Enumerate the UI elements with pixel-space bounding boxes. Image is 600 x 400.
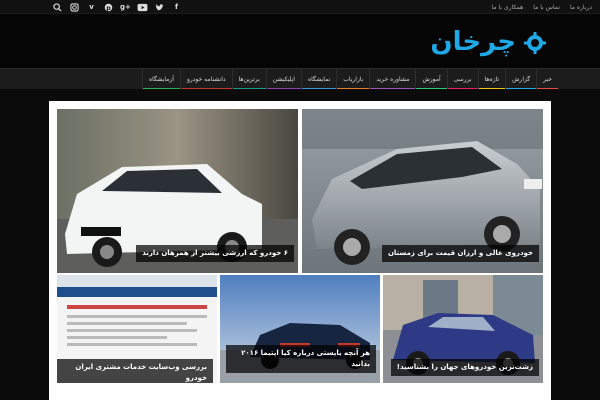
nav-item-label: تازه‌ها xyxy=(484,76,500,83)
nav-item-label: اپلیکیشن xyxy=(272,76,295,83)
instagram-icon[interactable] xyxy=(67,1,82,13)
nav-item[interactable]: مشاوره خرید xyxy=(369,69,416,90)
tile-caption[interactable]: ۶ خودرو که ارزشی بیشتر از همرهان دارند xyxy=(136,245,294,262)
nav-item-label: آموزش xyxy=(422,76,441,83)
nav-item-label: برترین‌ها xyxy=(238,76,260,83)
nav-spacer xyxy=(0,89,600,99)
logo-text: چرخان xyxy=(430,27,516,57)
nav-item[interactable]: تازه‌ها xyxy=(477,69,506,90)
tile-caption[interactable]: خودروی عالی و ارزان قیمت برای زمستان xyxy=(381,245,539,262)
top-link-contact[interactable]: تماس با ما xyxy=(533,4,560,11)
top-links: دربارە ما تماس با ما همکاری با ما xyxy=(492,0,592,14)
featured-tile[interactable]: خودروی عالی و ارزان قیمت برای زمستان xyxy=(302,109,543,273)
site-header: چرخان xyxy=(0,14,600,68)
nav-item-label: نمایشگاه xyxy=(307,76,331,83)
tile-caption[interactable]: هر آنچه بایستی درباره کیا اپتیما ۲۰۱۶ بد… xyxy=(226,345,376,373)
featured-tile[interactable]: بررسی وب‌سایت خدمات مشتری ایران خودرو xyxy=(57,275,217,383)
nav-item-label: گزارش xyxy=(512,76,531,83)
site-logo[interactable]: چرخان xyxy=(430,22,546,66)
nav-item-label: مشاوره خرید xyxy=(376,76,410,83)
main-nav: خبر گزارش تازه‌ها بررسی آموزش مشاوره خرید بازا… xyxy=(0,68,600,90)
nav-item[interactable]: خبر xyxy=(536,69,558,90)
svg-text:p: p xyxy=(106,4,111,11)
facebook-icon[interactable]: f xyxy=(169,1,184,13)
tile-caption[interactable]: بررسی وب‌سایت خدمات مشتری ایران خودرو xyxy=(57,359,213,383)
featured-tile[interactable]: هر آنچه بایستی درباره کیا اپتیما ۲۰۱۶ بد… xyxy=(220,275,380,383)
youtube-icon[interactable] xyxy=(135,1,150,13)
gear-icon xyxy=(524,32,546,54)
pinterest-icon[interactable]: p xyxy=(101,1,116,13)
nav-item[interactable]: آموزش xyxy=(415,69,447,90)
featured-tile[interactable]: ۶ خودرو که ارزشی بیشتر از همرهان دارند xyxy=(57,109,298,273)
social-icons: v p g+ f xyxy=(50,0,184,14)
vimeo-icon[interactable]: v xyxy=(84,1,99,13)
nav-item-label: دانشنامه خودرو xyxy=(186,76,226,83)
nav-items: خبر گزارش تازه‌ها بررسی آموزش مشاوره خرید بازا… xyxy=(142,69,558,90)
nav-item[interactable]: گزارش xyxy=(505,69,537,90)
top-link-cooperate[interactable]: همکاری با ما xyxy=(492,4,524,11)
nav-item-label: بازاریاب xyxy=(343,76,364,83)
twitter-icon[interactable] xyxy=(152,1,167,13)
featured-tile[interactable]: زشت‌ترین خودروهای جهان را بشناسید! xyxy=(383,275,543,383)
top-bar: دربارە ما تماس با ما همکاری با ما v p g+… xyxy=(0,0,600,14)
top-link-about[interactable]: دربارە ما xyxy=(570,4,592,11)
nav-item-label: آزمایشگاه xyxy=(149,76,174,83)
featured-grid: خودروی عالی و ارزان قیمت برای زمستان ۶ خ… xyxy=(49,101,551,400)
nav-item[interactable]: نمایشگاه xyxy=(300,69,337,90)
nav-item[interactable]: بازاریاب xyxy=(336,69,370,90)
nav-item-label: خبر xyxy=(543,76,552,83)
googleplus-icon[interactable]: g+ xyxy=(118,1,133,13)
nav-item[interactable]: بررسی xyxy=(446,69,478,90)
search-icon[interactable] xyxy=(50,1,65,13)
nav-item-label: بررسی xyxy=(453,76,472,83)
nav-item[interactable]: دانشنامه خودرو xyxy=(179,69,232,90)
tile-caption[interactable]: زشت‌ترین خودروهای جهان را بشناسید! xyxy=(390,359,539,376)
nav-item[interactable]: اپلیکیشن xyxy=(265,69,301,90)
nav-item[interactable]: آزمایشگاه xyxy=(142,69,180,90)
nav-item[interactable]: برترین‌ها xyxy=(231,69,266,90)
